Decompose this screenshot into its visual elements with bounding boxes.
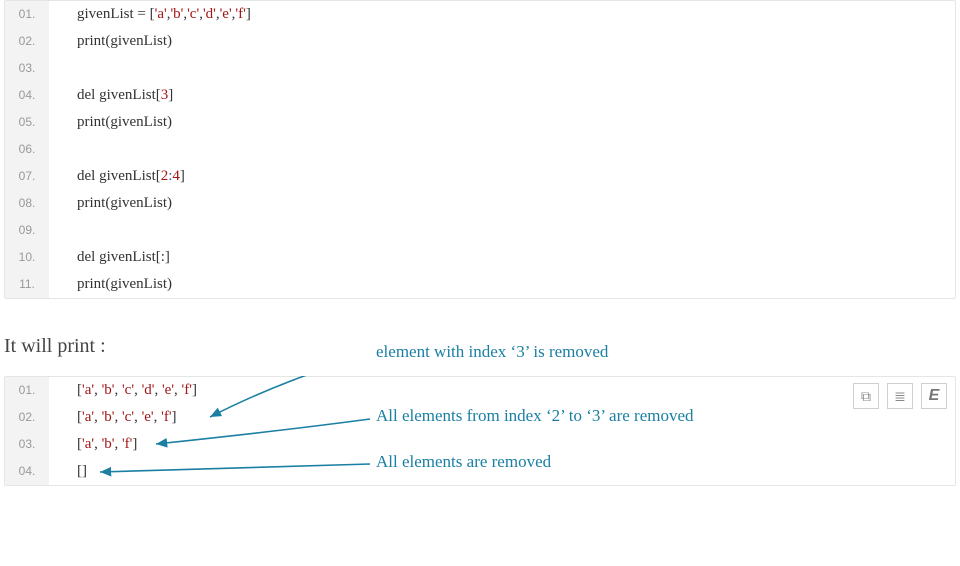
line-content: givenList = ['a','b','c','d','e','f'] <box>49 1 251 28</box>
line-number: 02. <box>5 404 49 431</box>
line-number: 04. <box>5 458 49 485</box>
code2-line: 04.[] <box>5 458 955 485</box>
copy-button[interactable]: ≣ <box>887 383 913 409</box>
code1-line: 06. <box>5 136 955 163</box>
line-number: 04. <box>5 82 49 109</box>
code1-line: 11.print(givenList) <box>5 271 955 298</box>
view-source-button[interactable]: ⧉ <box>853 383 879 409</box>
code-block-1: 01.givenList = ['a','b','c','d','e','f']… <box>4 0 956 299</box>
line-content: ['a', 'b', 'f'] <box>49 431 137 458</box>
code1-line: 09. <box>5 217 955 244</box>
line-content: del givenList[2:4] <box>49 163 185 190</box>
line-number: 03. <box>5 55 49 82</box>
line-number: 09. <box>5 217 49 244</box>
code1-line: 04.del givenList[3] <box>5 82 955 109</box>
line-number: 03. <box>5 431 49 458</box>
code2-line: 02.['a', 'b', 'c', 'e', 'f'] <box>5 404 955 431</box>
line-number: 01. <box>5 377 49 404</box>
code1-line: 07.del givenList[2:4] <box>5 163 955 190</box>
line-content: print(givenList) <box>49 109 172 136</box>
line-content: print(givenList) <box>49 28 172 55</box>
line-content: print(givenList) <box>49 190 172 217</box>
output-heading: It will print : <box>4 335 960 358</box>
code1-line: 05.print(givenList) <box>5 109 955 136</box>
line-content: ['a', 'b', 'c', 'd', 'e', 'f'] <box>49 377 197 404</box>
code1-line: 10.del givenList[:] <box>5 244 955 271</box>
code1-line: 02.print(givenList) <box>5 28 955 55</box>
line-number: 01. <box>5 1 49 28</box>
code1-line: 03. <box>5 55 955 82</box>
edit-button[interactable]: E <box>921 383 947 409</box>
line-number: 11. <box>5 271 49 298</box>
line-content: [] <box>49 458 87 485</box>
code-toolbar: ⧉ ≣ E <box>853 383 947 409</box>
line-number: 08. <box>5 190 49 217</box>
line-content: ['a', 'b', 'c', 'e', 'f'] <box>49 404 177 431</box>
line-number: 10. <box>5 244 49 271</box>
output-block-wrapper: ⧉ ≣ E 01.['a', 'b', 'c', 'd', 'e', 'f']0… <box>0 376 960 486</box>
code1-line: 01.givenList = ['a','b','c','d','e','f'] <box>5 1 955 28</box>
line-number: 06. <box>5 136 49 163</box>
code1-line: 08.print(givenList) <box>5 190 955 217</box>
line-number: 05. <box>5 109 49 136</box>
line-content: print(givenList) <box>49 271 172 298</box>
code2-line: 01.['a', 'b', 'c', 'd', 'e', 'f'] <box>5 377 955 404</box>
line-content: del givenList[:] <box>49 244 170 271</box>
line-number: 02. <box>5 28 49 55</box>
code2-line: 03.['a', 'b', 'f'] <box>5 431 955 458</box>
code-block-2: ⧉ ≣ E 01.['a', 'b', 'c', 'd', 'e', 'f']0… <box>4 376 956 486</box>
line-number: 07. <box>5 163 49 190</box>
line-content: del givenList[3] <box>49 82 173 109</box>
